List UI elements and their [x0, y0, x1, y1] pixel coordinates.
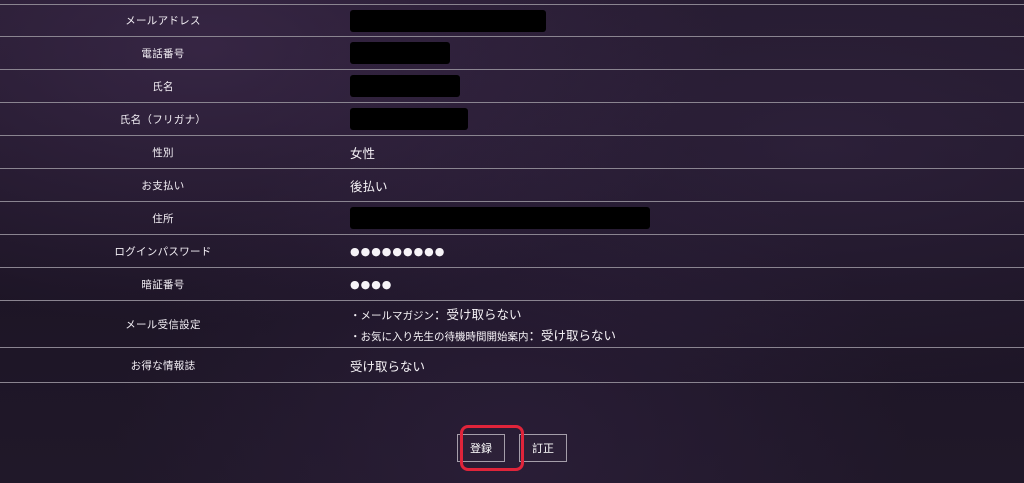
info-magazine-label: お得な情報誌 [130, 359, 196, 372]
address-redaction [350, 207, 650, 229]
confirmation-table: メールアドレス 電話番号 氏名 氏名（フリガナ） 性別 女性 お支払い 後払い … [0, 0, 1024, 383]
mail-settings-value: ・メールマガジン：受け取らない ・お気に入り先生の待機時間開始案内：受け取らない [326, 304, 1024, 344]
email-redaction [350, 9, 546, 32]
newsletter-prefix: ・メールマガジン [350, 310, 434, 322]
payment-label: お支払い [141, 179, 185, 192]
favorite-teacher-prefix: ・お気に入り先生の待機時間開始案内 [350, 331, 529, 343]
row-name: 氏名 [0, 70, 1024, 103]
mail-settings-list: ・メールマガジン：受け取らない ・お気に入り先生の待機時間開始案内：受け取らない [350, 304, 616, 344]
payment-value: 後払い [350, 178, 388, 194]
name-label: 氏名 [152, 80, 174, 93]
info-magazine-value: 受け取らない [350, 358, 426, 374]
favorite-teacher-value: ：受け取らない [528, 328, 617, 343]
name-redaction [350, 75, 460, 97]
phone-redaction [350, 42, 450, 64]
address-value [326, 207, 1024, 229]
row-email: メールアドレス [0, 4, 1024, 37]
pin-value: ●●●● [350, 277, 393, 291]
row-pin: 暗証番号 ●●●● [0, 268, 1024, 301]
row-info-magazine: お得な情報誌 受け取らない [0, 348, 1024, 383]
action-buttons: 登録 訂正 [0, 434, 1024, 462]
mail-setting-favorite-teacher: ・お気に入り先生の待機時間開始案内：受け取らない [350, 325, 616, 344]
row-address: 住所 [0, 202, 1024, 235]
email-label: メールアドレス [125, 15, 201, 27]
address-label: 住所 [152, 212, 174, 225]
mail-settings-label: メール受信設定 [125, 318, 201, 331]
pin-label: 暗証番号 [141, 278, 185, 291]
row-payment: お支払い 後払い [0, 169, 1024, 202]
row-mail-settings: メール受信設定 ・メールマガジン：受け取らない ・お気に入り先生の待機時間開始案… [0, 301, 1024, 348]
phone-label: 電話番号 [141, 47, 185, 60]
row-phone: 電話番号 [0, 37, 1024, 70]
register-button[interactable]: 登録 [457, 434, 505, 462]
name-kana-redaction [350, 108, 468, 130]
password-label: ログインパスワード [114, 245, 212, 258]
password-value: ●●●●●●●●● [350, 244, 446, 258]
name-kana-label: 氏名（フリガナ） [119, 113, 207, 126]
gender-label: 性別 [152, 146, 174, 159]
phone-value [326, 42, 1024, 64]
row-name-kana: 氏名（フリガナ） [0, 103, 1024, 136]
correct-button[interactable]: 訂正 [519, 434, 567, 462]
name-kana-value [326, 108, 1024, 130]
row-gender: 性別 女性 [0, 136, 1024, 169]
name-value [326, 75, 1024, 97]
email-value [326, 9, 1024, 32]
mail-setting-newsletter: ・メールマガジン：受け取らない [350, 304, 616, 323]
row-password: ログインパスワード ●●●●●●●●● [0, 235, 1024, 268]
newsletter-value: ：受け取らない [434, 307, 522, 322]
gender-value: 女性 [350, 145, 376, 161]
